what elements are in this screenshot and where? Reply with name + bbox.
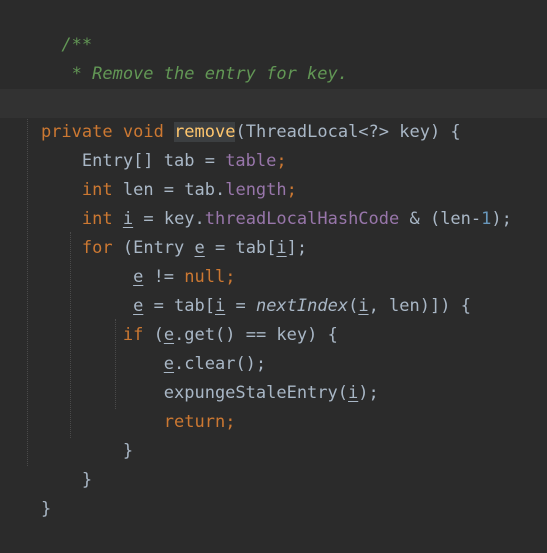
code-line: e.clear();	[0, 321, 547, 374]
code-line: return;	[0, 379, 547, 432]
code-line-current: private void remove(ThreadLocal<?> key) …	[0, 89, 547, 142]
code-line: expungeStaleEntry(i);	[0, 350, 547, 403]
code-line: Entry[] tab = table;	[0, 118, 547, 171]
code-line: * Remove the entry for key.	[0, 31, 547, 84]
code-line: */	[0, 60, 547, 113]
code-line: int i = key.threadLocalHashCode & (len-1…	[0, 176, 547, 229]
code-line: int len = tab.length;	[0, 147, 547, 200]
code-line: if (e.get() == key) {	[0, 292, 547, 345]
code-line: }	[0, 408, 547, 461]
code-editor[interactable]: /** * Remove the entry for key. */ priva…	[0, 0, 547, 519]
code-line: /**	[0, 2, 547, 55]
code-text: }	[40, 499, 52, 519]
code-line: }	[0, 466, 547, 519]
code-line: for (Entry e = tab[i];	[0, 205, 547, 258]
code-line: e != null;	[0, 234, 547, 287]
code-line: }	[0, 437, 547, 490]
code-line: e = tab[i = nextIndex(i, len)]) {	[0, 263, 547, 316]
